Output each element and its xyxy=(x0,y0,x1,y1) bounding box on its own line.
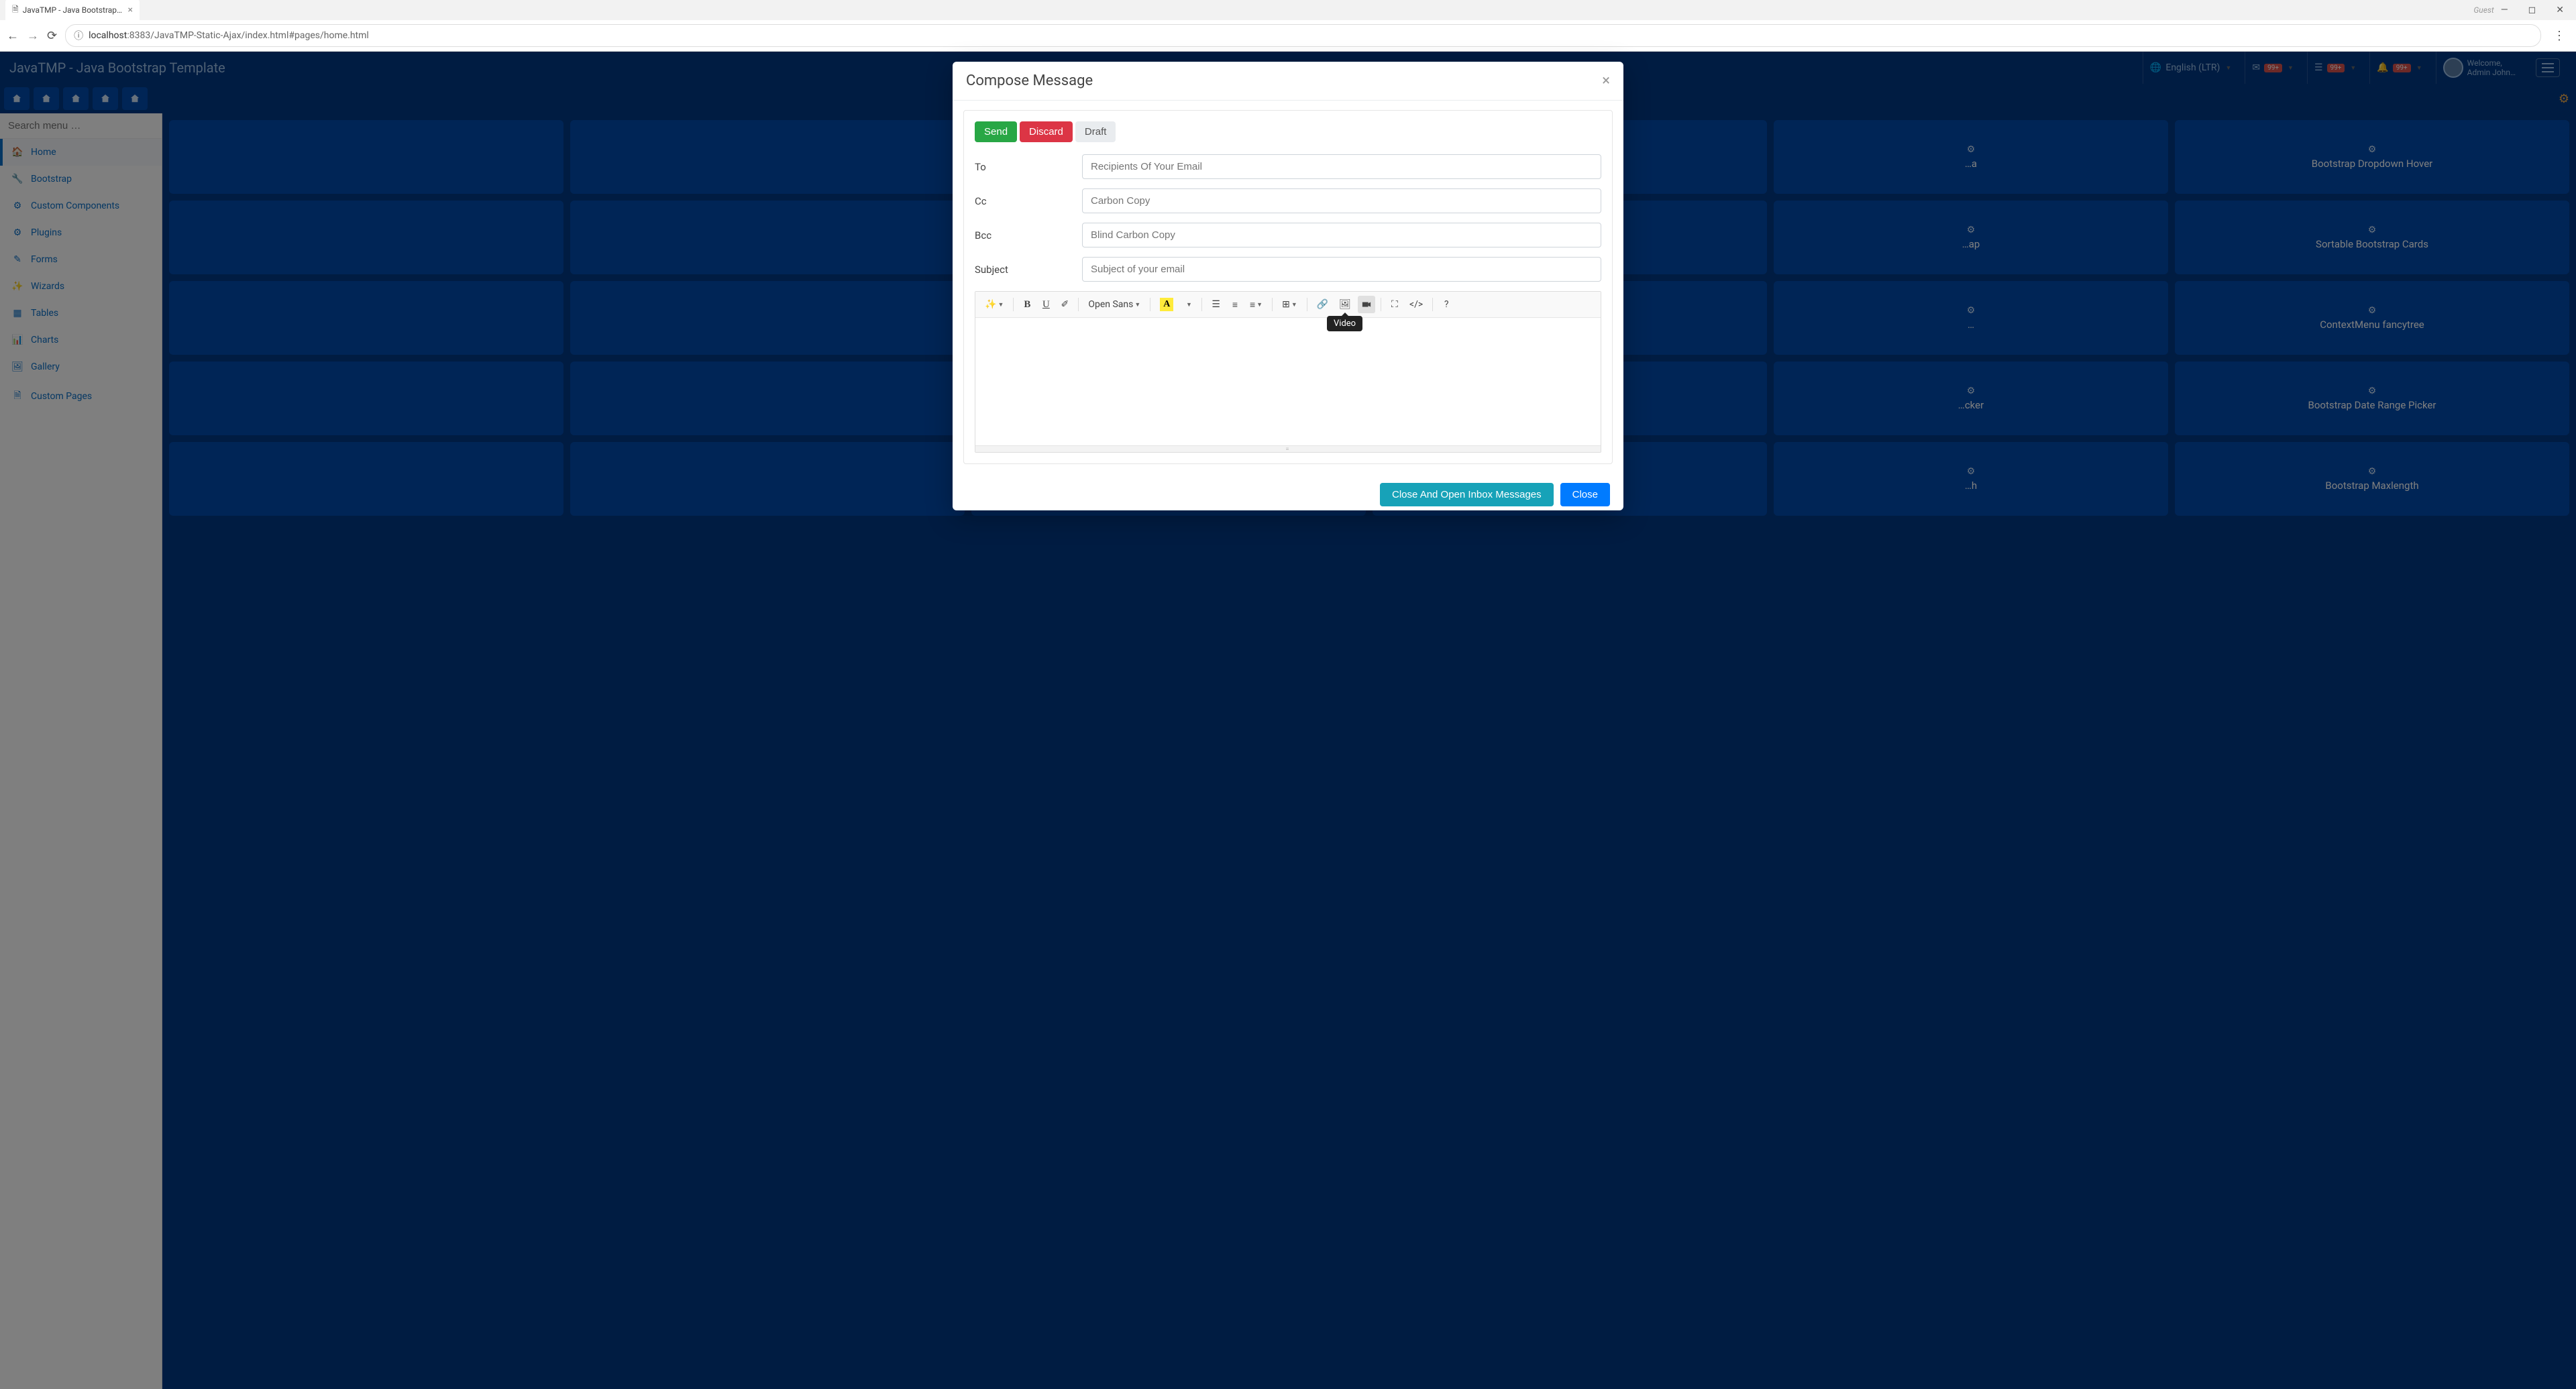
video-tooltip: Video xyxy=(1327,316,1362,331)
to-input[interactable] xyxy=(1082,154,1601,179)
maximize-icon[interactable]: ◻ xyxy=(2528,5,2536,15)
bcc-label: Bcc xyxy=(975,229,1082,241)
ul-icon[interactable]: ☰ xyxy=(1208,296,1224,313)
cc-label: Cc xyxy=(975,195,1082,207)
draft-button[interactable]: Draft xyxy=(1075,121,1116,142)
codeview-icon[interactable]: </> xyxy=(1405,296,1427,313)
address-bar[interactable]: ⓘ localhost:8383/JavaTMP-Static-Ajax/ind… xyxy=(65,24,2541,47)
close-tab-icon[interactable]: × xyxy=(128,5,133,15)
cc-input[interactable] xyxy=(1082,188,1601,213)
video-icon[interactable] xyxy=(1358,296,1375,313)
send-button[interactable]: Send xyxy=(975,121,1017,142)
url-host: localhost xyxy=(89,30,127,41)
url-path: :8383/JavaTMP-Static-Ajax/index.html#pag… xyxy=(127,30,368,41)
font-color-icon[interactable]: A xyxy=(1156,296,1177,313)
subject-input[interactable] xyxy=(1082,257,1601,282)
eraser-icon[interactable]: ✐ xyxy=(1057,296,1073,313)
bcc-input[interactable] xyxy=(1082,223,1601,247)
fullscreen-icon[interactable]: ⛶ xyxy=(1387,296,1403,313)
close-open-inbox-button[interactable]: Close And Open Inbox Messages xyxy=(1380,483,1554,506)
compose-modal: Compose Message × Send Discard Draft To … xyxy=(953,62,1623,510)
subject-label: Subject xyxy=(975,264,1082,276)
browser-menu-icon[interactable]: ⋮ xyxy=(2549,29,2569,43)
paragraph-icon[interactable]: ≡▼ xyxy=(1246,296,1267,313)
reload-icon[interactable]: ⟳ xyxy=(47,29,57,43)
link-icon[interactable]: 🔗 xyxy=(1313,296,1332,313)
tab-title: JavaTMP - Java Bootstrap… xyxy=(23,5,122,15)
editor-textarea[interactable] xyxy=(975,318,1601,445)
minimize-icon[interactable]: — xyxy=(2501,5,2508,15)
page-icon: 🗎 xyxy=(12,3,19,17)
more-color-icon[interactable]: ▼ xyxy=(1180,296,1196,313)
table-icon[interactable]: ⊞▼ xyxy=(1278,296,1301,313)
browser-tab[interactable]: 🗎 JavaTMP - Java Bootstrap… × xyxy=(5,0,140,21)
forward-icon: → xyxy=(27,29,39,43)
editor-resize-handle[interactable]: ≡ xyxy=(975,445,1601,452)
underline-icon[interactable]: U xyxy=(1038,296,1054,313)
editor-toolbar: ✨▼ B U ✐ Open Sans▼ A ▼ ☰ ≡ ≡▼ xyxy=(975,292,1601,318)
close-window-icon[interactable]: ✕ xyxy=(2556,5,2564,15)
to-label: To xyxy=(975,161,1082,173)
close-button[interactable]: Close xyxy=(1560,483,1610,506)
modal-title: Compose Message xyxy=(966,72,1093,89)
guest-label: Guest xyxy=(2473,5,2493,15)
info-icon[interactable]: ⓘ xyxy=(74,29,83,42)
style-magic-icon[interactable]: ✨▼ xyxy=(981,296,1008,313)
discard-button[interactable]: Discard xyxy=(1020,121,1073,142)
help-icon[interactable]: ? xyxy=(1438,296,1454,313)
modal-close-icon[interactable]: × xyxy=(1602,72,1610,89)
picture-icon[interactable]: 🖼 xyxy=(1335,296,1355,313)
bold-icon[interactable]: B xyxy=(1019,296,1035,313)
back-icon[interactable]: ← xyxy=(7,29,19,43)
font-family-select[interactable]: Open Sans▼ xyxy=(1084,296,1144,313)
ol-icon[interactable]: ≡ xyxy=(1227,296,1243,313)
